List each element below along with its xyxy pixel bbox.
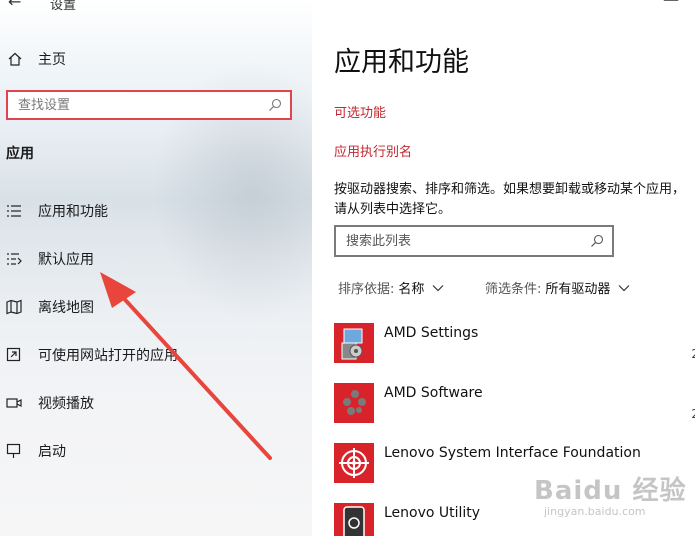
app-list-item[interactable]: AMD Software 2 <box>334 383 695 427</box>
sort-value: 名称 <box>398 282 425 297</box>
apps-features-panel: — 应用和功能 可选功能 应用执行别名 按驱动器搜索、排序和筛选。如果想要卸载或… <box>312 0 695 536</box>
sidebar-item-default-apps[interactable]: 默认应用 <box>0 243 300 275</box>
sidebar-item-offline-maps[interactable]: 离线地图 <box>0 291 300 323</box>
search-icon <box>268 98 282 112</box>
window-title: 设置 <box>50 0 77 13</box>
filter-label: 筛选条件: <box>485 282 542 297</box>
back-arrow-icon[interactable]: ← <box>8 0 21 11</box>
description-text: 按驱动器搜索、排序和筛选。如果想要卸载或移动某个应用，请从列表中选择它。 <box>334 182 686 217</box>
app-name: Lenovo Utility <box>384 505 481 521</box>
baidu-watermark: Baidu 经验 jingyan.baidu.com <box>534 470 694 530</box>
app-install-date: 2 <box>691 407 695 421</box>
app-install-date: 2 <box>691 347 695 361</box>
offline-map-icon <box>6 299 22 315</box>
chevron-down-icon <box>618 284 630 292</box>
sidebar-item-apps-features[interactable]: 应用和功能 <box>0 195 300 227</box>
default-apps-icon <box>6 251 22 267</box>
website-app-icon <box>6 347 22 363</box>
sidebar-item-label: 离线地图 <box>38 300 94 316</box>
sidebar-item-home[interactable]: 主页 <box>0 44 300 74</box>
optional-features-link[interactable]: 可选功能 <box>334 102 386 121</box>
filter-value: 所有驱动器 <box>545 282 611 297</box>
sidebar-item-label: 启动 <box>38 444 66 460</box>
chevron-down-icon <box>432 284 444 292</box>
filter-dropdown[interactable]: 筛选条件: 所有驱动器 <box>485 278 630 297</box>
sidebar-item-label: 应用和功能 <box>38 204 108 220</box>
app-list-search-box[interactable] <box>334 225 614 257</box>
sidebar-item-video-playback[interactable]: 视频播放 <box>0 387 300 419</box>
app-name: AMD Software <box>384 385 483 401</box>
sidebar-item-website-apps[interactable]: 可使用网站打开的应用 <box>0 339 300 371</box>
app-name: AMD Settings <box>384 325 479 341</box>
sidebar-item-label: 视频播放 <box>38 396 94 412</box>
page-title: 应用和功能 <box>334 47 469 78</box>
settings-search-box[interactable] <box>6 90 292 120</box>
sidebar-item-label: 默认应用 <box>38 252 94 268</box>
sidebar-item-label: 可使用网站打开的应用 <box>38 348 178 364</box>
settings-sidebar: ← 设置 主页 应用 应用和功能 默认应用 离线地图 可使 <box>0 0 312 536</box>
video-icon <box>6 395 22 411</box>
sort-dropdown[interactable]: 排序依据: 名称 <box>338 278 444 297</box>
app-list-search-input[interactable] <box>336 232 590 250</box>
sidebar-section-title: 应用 <box>6 146 34 162</box>
app-execution-alias-link[interactable]: 应用执行别名 <box>334 141 412 160</box>
app-name: Lenovo System Interface Foundation <box>384 445 641 461</box>
startup-icon <box>6 443 22 459</box>
apps-list-icon <box>6 203 22 219</box>
sidebar-item-startup[interactable]: 启动 <box>0 435 300 467</box>
sort-label: 排序依据: <box>338 282 395 297</box>
app-list-item[interactable]: AMD Settings 2 <box>334 323 695 367</box>
lenovo-utility-icon <box>334 503 374 536</box>
settings-search-input[interactable] <box>8 96 268 114</box>
lenovo-system-interface-icon <box>334 443 374 483</box>
search-icon <box>590 234 604 248</box>
amd-software-icon <box>334 383 374 423</box>
home-icon <box>8 52 22 66</box>
window-controls-icon: — <box>663 0 679 9</box>
amd-settings-icon <box>334 323 374 363</box>
home-label: 主页 <box>38 52 66 68</box>
watermark-main: Baidu 经验 <box>534 476 687 506</box>
